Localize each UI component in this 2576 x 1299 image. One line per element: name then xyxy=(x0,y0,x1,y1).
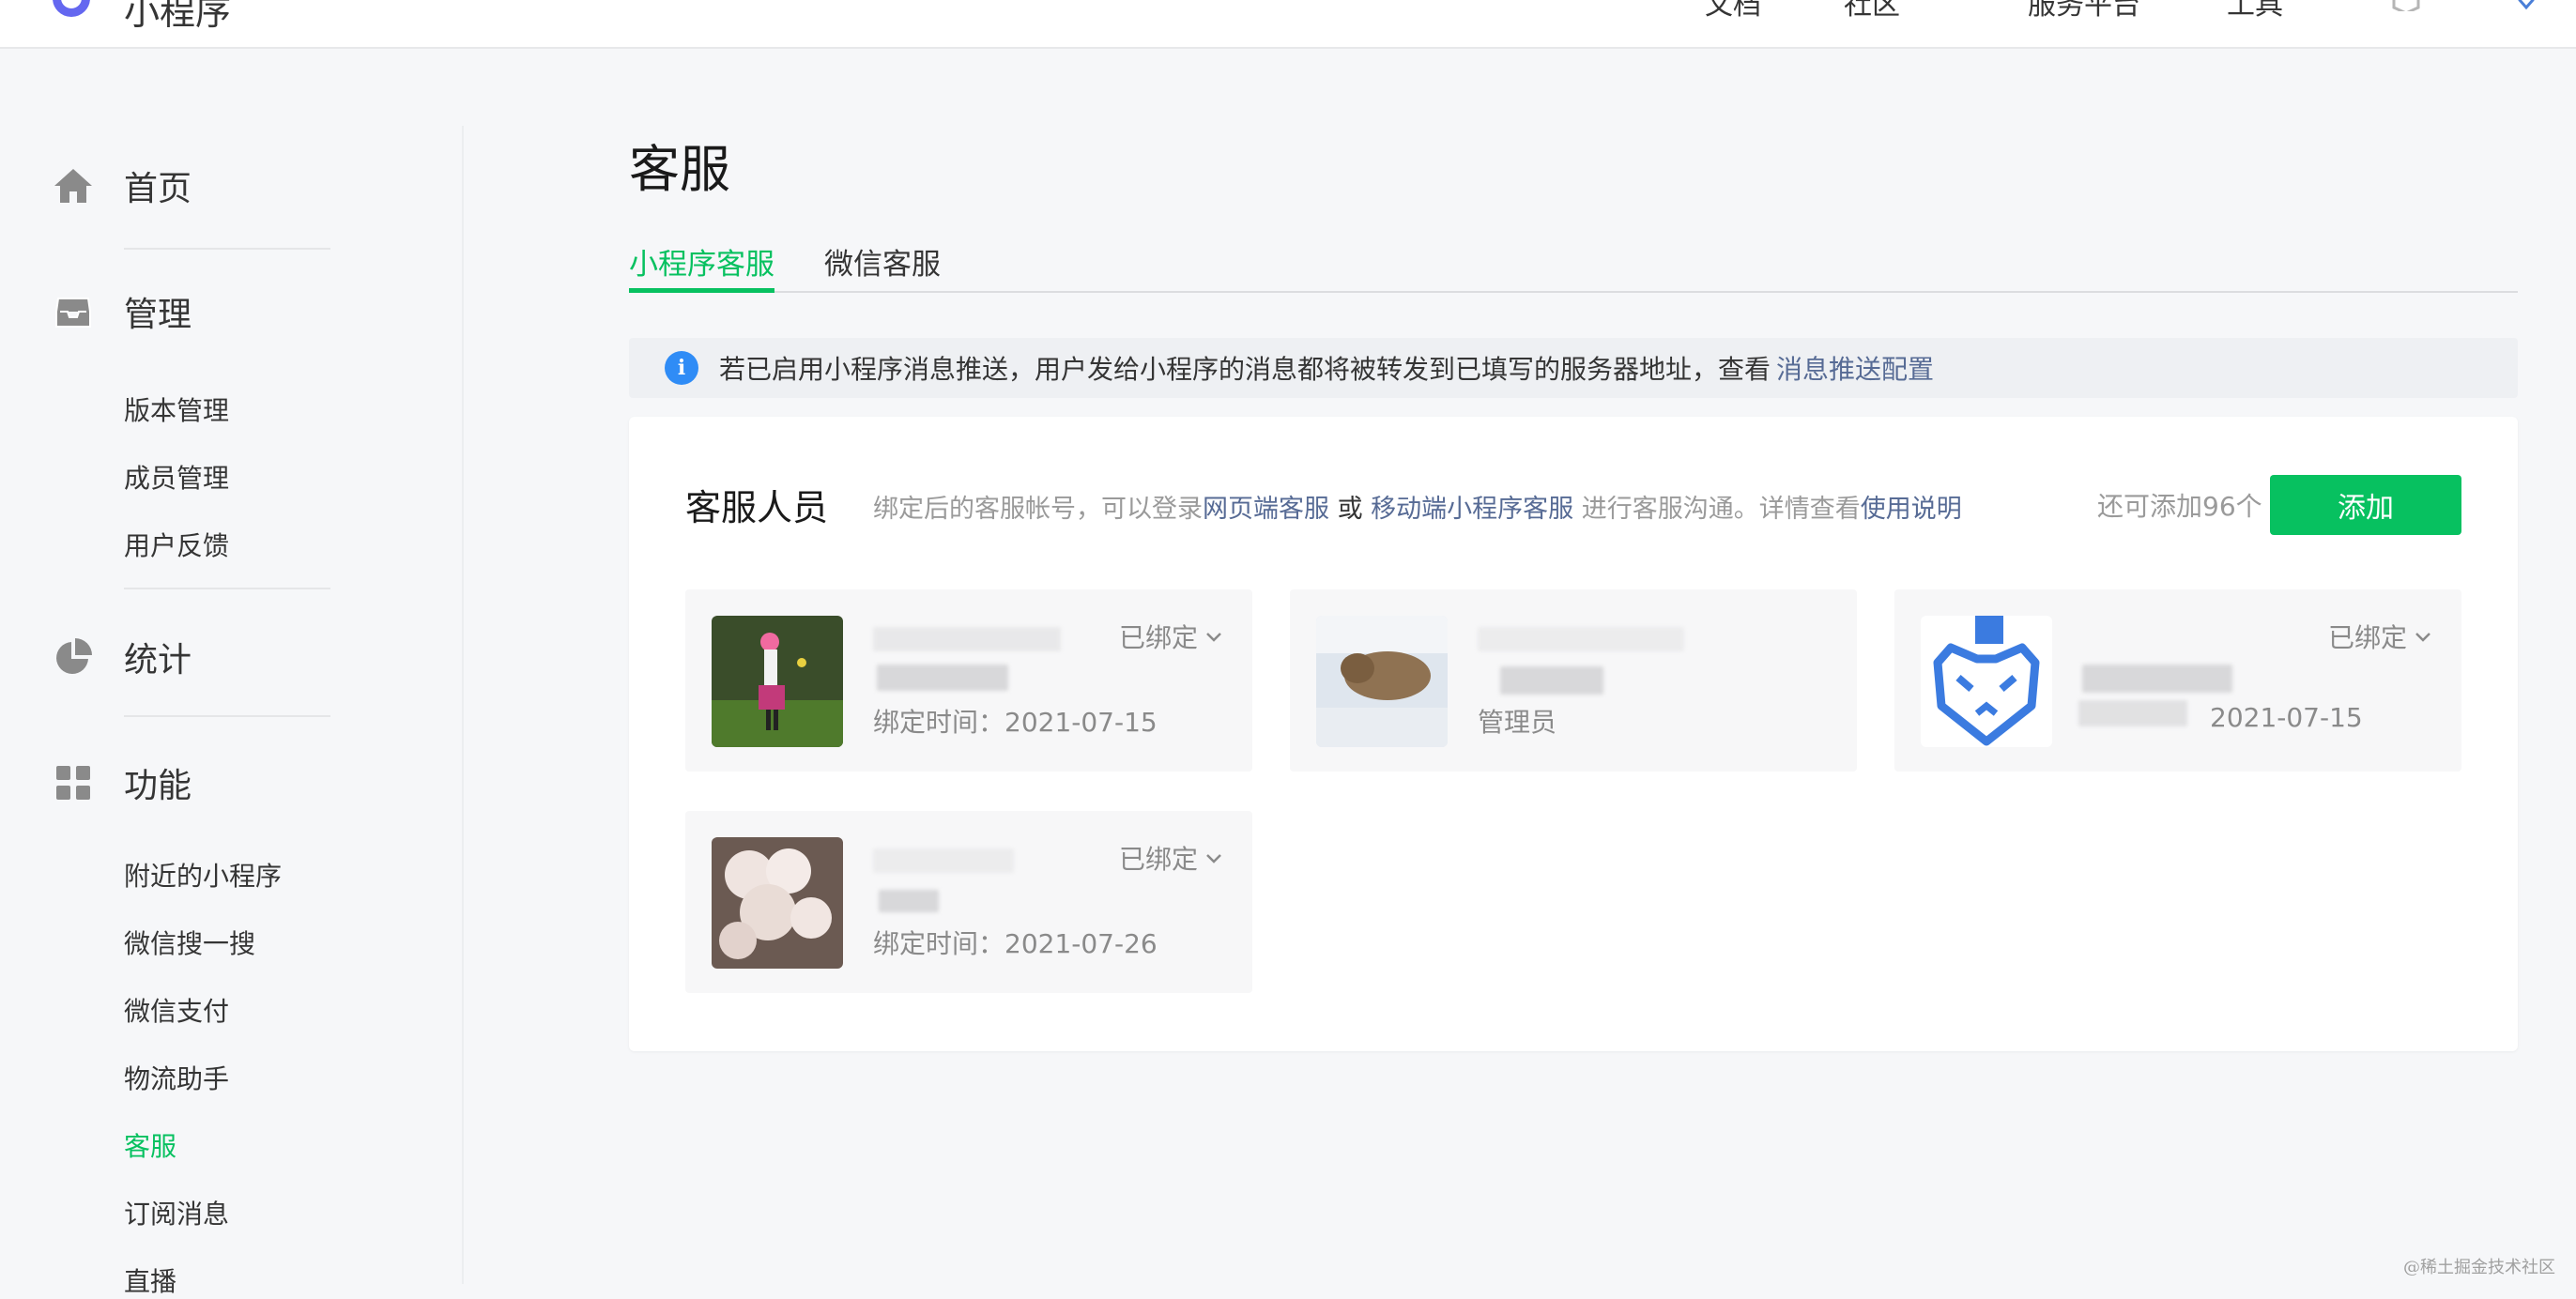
chevron-down-icon xyxy=(2413,626,2433,647)
sidebar-section-label: 功能 xyxy=(124,758,192,807)
add-button[interactable]: 添加 xyxy=(2270,475,2461,535)
inbox-icon xyxy=(53,291,94,332)
redacted-name xyxy=(1478,627,1684,651)
notice-banner: i 若已启用小程序消息推送，用户发给小程序的消息都将被转发到已填写的服务器地址，… xyxy=(629,338,2518,398)
sidebar-item-logistics[interactable]: 物流助手 xyxy=(124,1059,229,1096)
chevron-down-icon xyxy=(1204,848,1224,868)
bind-time: 绑定时间：2021-07-26 xyxy=(873,924,1158,961)
avatar xyxy=(1316,616,1448,747)
status-dropdown[interactable]: 已绑定 xyxy=(1119,618,1224,655)
redacted-id xyxy=(877,665,1008,691)
mobile-service-link[interactable]: 移动端小程序客服 xyxy=(1371,495,1573,524)
remaining-count: 还可添加96个 xyxy=(2097,486,2262,524)
logo-icon[interactable] xyxy=(53,0,90,17)
redacted-name xyxy=(873,627,1061,651)
tab-miniprogram-service[interactable]: 小程序客服 xyxy=(629,240,774,293)
panel-description: 绑定后的客服帐号，可以登录网页端客服 或 移动端小程序客服 进行客服沟通。详情查… xyxy=(873,488,1962,525)
web-service-link[interactable]: 网页端客服 xyxy=(1203,495,1329,524)
desc-or: 或 xyxy=(1329,495,1371,524)
status-label: 已绑定 xyxy=(2328,618,2407,655)
home-icon xyxy=(53,165,94,206)
sidebar-section-features[interactable]: 功能 xyxy=(53,758,192,807)
redacted-label xyxy=(2078,700,2187,726)
top-nav-tools[interactable]: 工具 xyxy=(2227,0,2283,23)
push-config-link[interactable]: 消息推送配置 xyxy=(1776,349,1934,387)
desc-text: 绑定后的客服帐号，可以登录 xyxy=(873,495,1203,524)
staff-card: 已绑定 绑定时间：2021-07-15 xyxy=(685,589,1252,772)
panel-title: 客服人员 xyxy=(685,479,828,530)
redacted-id xyxy=(1500,666,1603,695)
sidebar-section-label: 管理 xyxy=(124,287,192,336)
grid-icon xyxy=(53,762,94,803)
sidebar-section-label: 首页 xyxy=(124,161,192,210)
sidebar-item-pay[interactable]: 微信支付 xyxy=(124,991,229,1029)
sidebar-divider xyxy=(462,126,464,1284)
bind-time: 2021-07-15 xyxy=(2210,702,2363,733)
staff-card: 已绑定 2021-07-15 xyxy=(1894,589,2461,772)
sidebar-section-label: 统计 xyxy=(124,633,192,681)
avatar xyxy=(712,616,843,747)
desc-text: 进行客服沟通。详情查看 xyxy=(1573,495,1861,524)
status-dropdown[interactable]: 已绑定 xyxy=(2328,618,2433,655)
sidebar-item-live[interactable]: 直播 xyxy=(124,1261,176,1299)
page-title: 客服 xyxy=(629,128,730,202)
sidebar-section-home[interactable]: 首页 xyxy=(53,161,192,210)
avatar xyxy=(712,837,843,969)
bind-time: 绑定时间：2021-07-15 xyxy=(873,702,1158,740)
info-icon: i xyxy=(665,351,698,385)
brand-name[interactable]: 小程序 xyxy=(124,0,231,35)
sidebar-divider xyxy=(124,588,330,589)
notice-text: 若已启用小程序消息推送，用户发给小程序的消息都将被转发到已填写的服务器地址，查看 xyxy=(719,349,1771,387)
tab-bar: 小程序客服 微信客服 xyxy=(629,237,2518,293)
sidebar-item-search[interactable]: 微信搜一搜 xyxy=(124,924,255,961)
cube-icon[interactable] xyxy=(2392,0,2420,11)
redacted-name xyxy=(873,848,1014,873)
sidebar-item-feedback[interactable]: 用户反馈 xyxy=(124,526,229,563)
status-dropdown[interactable]: 已绑定 xyxy=(1119,839,1224,877)
top-bar: 小程序 文档 社区 服务平台 工具 xyxy=(0,0,2576,49)
redacted-id xyxy=(2082,665,2232,693)
staff-card: 已绑定 绑定时间：2021-07-26 xyxy=(685,811,1252,993)
top-nav-community[interactable]: 社区 xyxy=(1844,0,1900,23)
tab-wechat-service[interactable]: 微信客服 xyxy=(824,240,941,293)
service-staff-panel: 客服人员 绑定后的客服帐号，可以登录网页端客服 或 移动端小程序客服 进行客服沟… xyxy=(629,417,2518,1051)
sidebar-item-version[interactable]: 版本管理 xyxy=(124,390,229,428)
staff-card: 管理员 xyxy=(1290,589,1857,772)
avatar xyxy=(1921,616,2052,747)
sidebar-divider xyxy=(124,248,330,250)
sidebar-section-manage[interactable]: 管理 xyxy=(53,287,192,336)
sidebar-item-subscribe[interactable]: 订阅消息 xyxy=(124,1194,229,1231)
sidebar-divider xyxy=(124,715,330,717)
role-label: 管理员 xyxy=(1478,702,1556,740)
avatar-icon[interactable] xyxy=(2512,0,2540,11)
watermark: @稀土掘金技术社区 xyxy=(2403,1254,2555,1278)
sidebar-item-nearby[interactable]: 附近的小程序 xyxy=(124,856,282,894)
top-nav-docs[interactable]: 文档 xyxy=(1705,0,1761,23)
chevron-down-icon xyxy=(1204,626,1224,647)
status-label: 已绑定 xyxy=(1119,618,1198,655)
pie-chart-icon xyxy=(53,636,94,678)
usage-guide-link[interactable]: 使用说明 xyxy=(1861,495,1962,524)
status-label: 已绑定 xyxy=(1119,839,1198,877)
sidebar-item-customer-service[interactable]: 客服 xyxy=(124,1126,176,1164)
top-nav-services[interactable]: 服务平台 xyxy=(2028,0,2140,23)
redacted-id xyxy=(879,890,939,912)
sidebar-section-stats[interactable]: 统计 xyxy=(53,633,192,681)
sidebar-item-members[interactable]: 成员管理 xyxy=(124,458,229,496)
